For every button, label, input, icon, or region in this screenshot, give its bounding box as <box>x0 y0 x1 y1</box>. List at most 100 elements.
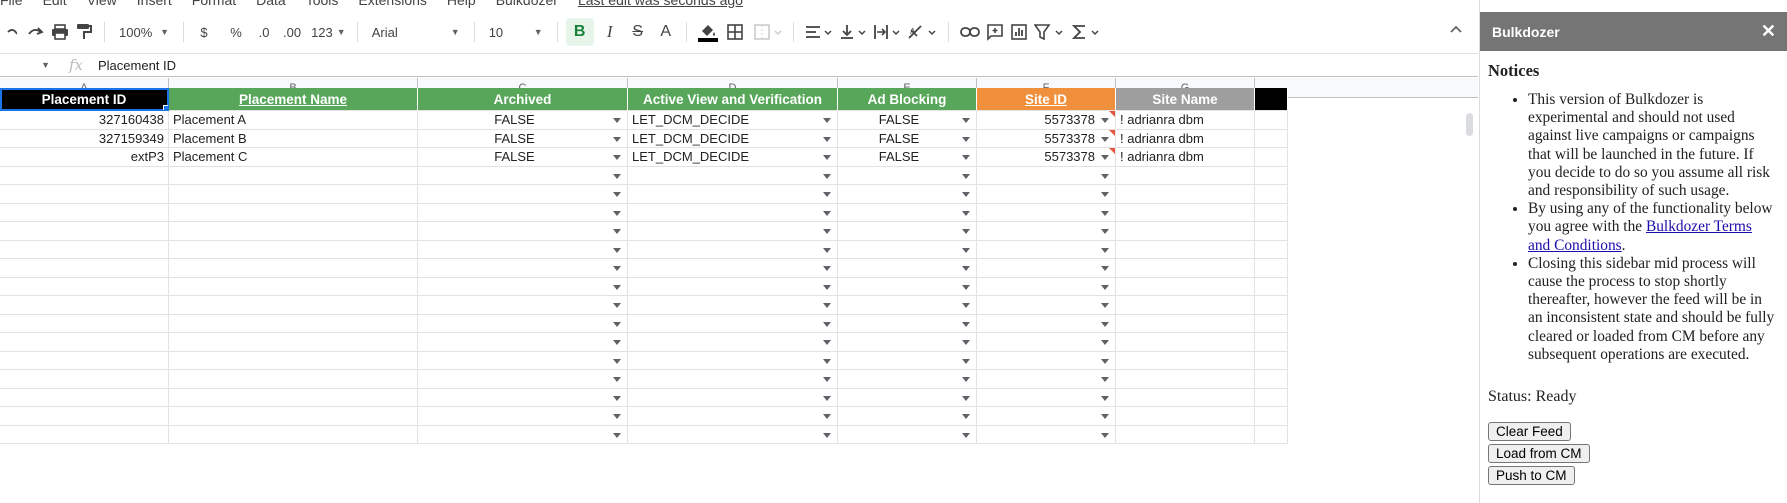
push-to-cm-button[interactable]: Push to CM <box>1488 466 1575 486</box>
dropdown-arrow-icon[interactable] <box>823 303 831 308</box>
cell-placement-id[interactable] <box>0 388 169 407</box>
dropdown-arrow-icon[interactable] <box>823 266 831 271</box>
borders-icon[interactable] <box>723 18 747 46</box>
cell-ad-blocking[interactable] <box>838 333 977 352</box>
currency-button[interactable]: $ <box>192 18 216 46</box>
cell-placement-id[interactable] <box>0 222 169 241</box>
cell-placement-id[interactable] <box>0 277 169 296</box>
cell-active-view[interactable] <box>628 425 838 444</box>
menu-extensions[interactable]: Extensions <box>358 0 426 8</box>
cell-placement-name[interactable] <box>169 222 418 241</box>
cell-placement-id[interactable]: 327160438 <box>0 111 169 130</box>
cell-placement-name[interactable] <box>169 259 418 278</box>
cell-site-id[interactable] <box>977 296 1116 315</box>
cell-site-id[interactable]: 5573378 <box>977 129 1116 148</box>
dropdown-arrow-icon[interactable] <box>613 432 621 438</box>
bold-button[interactable]: B <box>565 18 594 46</box>
cell-placement-name[interactable] <box>169 333 418 352</box>
cell-archived[interactable] <box>418 185 628 204</box>
cell-placement-id[interactable] <box>0 425 169 444</box>
cell-placement-id[interactable] <box>0 333 169 352</box>
insert-comment-icon[interactable] <box>983 18 1007 46</box>
cell-placement-id[interactable] <box>0 407 169 426</box>
cell-site-name[interactable] <box>1116 370 1255 389</box>
cell-site-id[interactable] <box>977 203 1116 222</box>
dropdown-arrow-icon[interactable] <box>962 210 970 216</box>
redo-icon[interactable] <box>24 18 48 46</box>
cell-extra[interactable] <box>1255 222 1288 241</box>
cell-placement-id[interactable] <box>0 185 169 204</box>
cell-site-name[interactable] <box>1116 296 1255 315</box>
dropdown-arrow-icon[interactable] <box>962 118 970 123</box>
cell-ad-blocking[interactable] <box>838 222 977 241</box>
dropdown-arrow-icon[interactable] <box>962 358 970 364</box>
cell-site-id[interactable] <box>977 370 1116 389</box>
dropdown-arrow-icon[interactable] <box>613 321 621 327</box>
dropdown-arrow-icon[interactable] <box>962 284 970 290</box>
dropdown-arrow-icon[interactable] <box>1101 284 1109 290</box>
cell-extra[interactable] <box>1255 370 1288 389</box>
cell-ad-blocking[interactable] <box>838 185 977 204</box>
menu-file[interactable]: File <box>0 0 23 8</box>
dropdown-arrow-icon[interactable] <box>823 155 831 160</box>
cell-placement-name[interactable] <box>169 296 418 315</box>
dropdown-arrow-icon[interactable] <box>1101 210 1109 216</box>
cell-ad-blocking[interactable] <box>838 425 977 444</box>
dropdown-arrow-icon[interactable] <box>962 414 970 419</box>
vertical-scrollbar[interactable] <box>1466 113 1473 136</box>
menu-edit[interactable]: Edit <box>43 0 67 8</box>
cell-extra[interactable] <box>1255 333 1288 352</box>
cell-extra[interactable] <box>1255 240 1288 259</box>
dropdown-arrow-icon[interactable] <box>962 247 970 253</box>
dropdown-arrow-icon[interactable] <box>613 118 621 123</box>
cell-extra[interactable] <box>1255 259 1288 278</box>
dropdown-arrow-icon[interactable] <box>613 136 621 142</box>
header-cell-archived[interactable]: Archived <box>418 88 628 111</box>
cell-ad-blocking[interactable] <box>838 203 977 222</box>
name-box-dropdown-icon[interactable]: ▼ <box>0 60 50 70</box>
cell-ad-blocking[interactable] <box>838 277 977 296</box>
cell-active-view[interactable] <box>628 407 838 426</box>
cell-archived[interactable] <box>418 166 628 185</box>
header-cell-site-id[interactable]: Site ID <box>977 88 1116 111</box>
menu-bulkdozer[interactable]: Bulkdozer <box>496 0 558 8</box>
dropdown-arrow-icon[interactable] <box>823 432 831 438</box>
load-from-cm-button[interactable]: Load from CM <box>1488 444 1590 464</box>
dropdown-arrow-icon[interactable] <box>1101 155 1109 160</box>
dropdown-arrow-icon[interactable] <box>1101 136 1109 142</box>
header-cell-ad-blocking[interactable]: Ad Blocking <box>838 88 977 111</box>
dropdown-arrow-icon[interactable] <box>613 247 621 253</box>
cell-site-id[interactable] <box>977 407 1116 426</box>
cell-archived[interactable] <box>418 370 628 389</box>
dropdown-arrow-icon[interactable] <box>823 340 831 345</box>
cell-placement-name[interactable]: Placement A <box>169 111 418 130</box>
header-cell-extra[interactable] <box>1255 88 1288 111</box>
dropdown-arrow-icon[interactable] <box>823 136 831 142</box>
cell-active-view[interactable] <box>628 296 838 315</box>
dropdown-arrow-icon[interactable] <box>962 377 970 382</box>
dropdown-arrow-icon[interactable] <box>613 192 621 197</box>
cell-site-name[interactable]: ! adrianra dbm <box>1116 111 1255 130</box>
cell-placement-id[interactable] <box>0 351 169 370</box>
cell-active-view[interactable] <box>628 203 838 222</box>
cell-archived[interactable]: FALSE <box>418 129 628 148</box>
dropdown-arrow-icon[interactable] <box>962 303 970 308</box>
cell-placement-id[interactable] <box>0 166 169 185</box>
cell-extra[interactable] <box>1255 277 1288 296</box>
dropdown-arrow-icon[interactable] <box>823 118 831 123</box>
cell-placement-id[interactable] <box>0 203 169 222</box>
cell-active-view[interactable] <box>628 166 838 185</box>
dropdown-arrow-icon[interactable] <box>962 136 970 142</box>
dropdown-arrow-icon[interactable] <box>823 284 831 290</box>
cell-archived[interactable] <box>418 333 628 352</box>
cell-site-id[interactable] <box>977 277 1116 296</box>
dropdown-arrow-icon[interactable] <box>1101 173 1109 179</box>
cell-extra[interactable] <box>1255 425 1288 444</box>
dropdown-arrow-icon[interactable] <box>613 340 621 345</box>
dropdown-arrow-icon[interactable] <box>823 321 831 327</box>
text-color-button[interactable]: A <box>654 18 678 46</box>
clear-feed-button[interactable]: Clear Feed <box>1488 422 1571 442</box>
cell-placement-name[interactable] <box>169 240 418 259</box>
cell-archived[interactable] <box>418 388 628 407</box>
cell-archived[interactable]: FALSE <box>418 148 628 167</box>
